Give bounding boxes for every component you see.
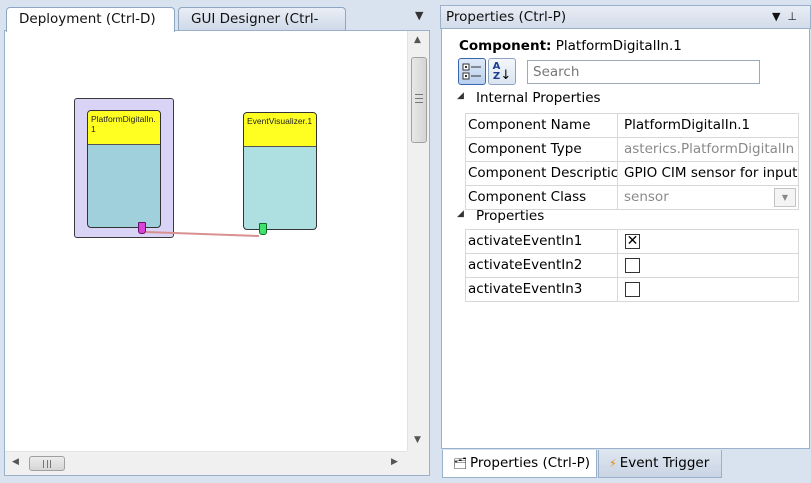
- tab-gui-designer[interactable]: GUI Designer (Ctrl-G): [178, 7, 346, 49]
- deployment-pane: Deployment (Ctrl-D) GUI Designer (Ctrl-G…: [0, 0, 434, 483]
- left-tabbar: Deployment (Ctrl-D) GUI Designer (Ctrl-G…: [0, 0, 434, 49]
- internal-properties-grid: Component Name PlatformDigitalIn.1 Compo…: [465, 113, 799, 210]
- checkbox-activate-event-in3[interactable]: [625, 282, 640, 297]
- scroll-right-icon[interactable]: ▶: [391, 457, 398, 467]
- dropdown-icon[interactable]: ▼: [772, 10, 787, 23]
- property-row[interactable]: activateEventIn3: [465, 278, 799, 302]
- scroll-corner: [407, 451, 429, 475]
- tab-deployment[interactable]: Deployment (Ctrl-D): [6, 7, 175, 32]
- event-channel[interactable]: [5, 31, 407, 451]
- section-properties[interactable]: ◢ Properties: [457, 208, 544, 224]
- collapse-icon[interactable]: ◢: [457, 209, 464, 219]
- checkbox-activate-event-in1[interactable]: ✕: [625, 234, 640, 249]
- properties-pane: Properties (Ctrl-P) ▼⊥ Component: Platfo…: [440, 5, 811, 483]
- class-combo[interactable]: sensor ▼: [619, 186, 799, 209]
- properties-title: Properties (Ctrl-P): [446, 9, 567, 25]
- alphabetical-view-button[interactable]: A Z↓: [488, 58, 516, 85]
- scroll-left-icon[interactable]: ◀: [12, 457, 19, 467]
- deployment-canvas[interactable]: PlatformDigitalIn.1 EventVisualizer.1: [5, 31, 407, 451]
- categorized-icon: [462, 63, 481, 80]
- pane-menu-icon[interactable]: ▼: [415, 9, 423, 22]
- properties-header: Properties (Ctrl-P) ▼⊥: [440, 5, 811, 29]
- tab-event-trigger[interactable]: ⚡ Event Trigger: [598, 450, 722, 478]
- categorized-view-button[interactable]: [458, 58, 486, 85]
- scroll-up-icon[interactable]: ▲: [414, 35, 421, 45]
- property-key: Component Descriptic: [465, 162, 618, 185]
- section-internal-properties[interactable]: ◢ Internal Properties: [457, 90, 601, 106]
- checkbox-activate-event-in2[interactable]: [625, 258, 640, 273]
- property-key: Component Name: [465, 114, 618, 137]
- property-row[interactable]: activateEventIn1 ✕: [465, 230, 799, 254]
- property-value: asterics.PlatformDigitalIn: [619, 138, 799, 161]
- property-key: activateEventIn1: [465, 230, 618, 253]
- scroll-down-icon[interactable]: ▼: [414, 435, 421, 445]
- property-value: [619, 278, 799, 301]
- property-key: Component Type: [465, 138, 618, 161]
- component-heading: Component: PlatformDigitalIn.1: [459, 38, 682, 54]
- vertical-scroll-thumb[interactable]: [411, 57, 427, 143]
- tab-properties[interactable]: 🗂 Properties (Ctrl-P): [442, 450, 597, 478]
- property-key: Component Class: [465, 186, 618, 209]
- search-input[interactable]: Search: [527, 60, 760, 84]
- component-name: PlatformDigitalIn.1: [555, 38, 682, 54]
- properties-icon: 🗂: [453, 457, 467, 470]
- lightning-icon: ⚡: [609, 457, 617, 470]
- collapse-icon[interactable]: ◢: [457, 91, 464, 101]
- chevron-down-icon[interactable]: ▼: [774, 188, 796, 207]
- property-key: activateEventIn3: [465, 278, 618, 301]
- property-row[interactable]: Component Class sensor ▼: [465, 186, 799, 210]
- event-output-port[interactable]: [138, 222, 146, 234]
- bottom-tabbar: 🗂 Properties (Ctrl-P) ⚡ Event Trigger: [440, 450, 811, 480]
- properties-body: Component: PlatformDigitalIn.1 A Z↓ Searc…: [441, 29, 810, 449]
- pin-icon[interactable]: ⊥: [787, 10, 804, 23]
- vertical-scrollbar[interactable]: ▲ ▼: [407, 31, 429, 451]
- property-value[interactable]: PlatformDigitalIn.1: [619, 114, 799, 137]
- horizontal-scrollbar[interactable]: ◀ ▶: [5, 451, 407, 475]
- properties-grid: activateEventIn1 ✕ activateEventIn2 acti…: [465, 229, 799, 302]
- horizontal-scroll-thumb[interactable]: [29, 456, 65, 471]
- property-value[interactable]: GPIO CIM sensor for input: [619, 162, 799, 185]
- property-value: ✕: [619, 230, 799, 253]
- canvas-frame: PlatformDigitalIn.1 EventVisualizer.1 ▲ …: [4, 30, 430, 476]
- property-value: [619, 254, 799, 277]
- property-key: activateEventIn2: [465, 254, 618, 277]
- property-row[interactable]: Component Type asterics.PlatformDigitalI…: [465, 138, 799, 162]
- event-input-port[interactable]: [259, 223, 267, 235]
- property-row[interactable]: Component Descriptic GPIO CIM sensor for…: [465, 162, 799, 186]
- property-row[interactable]: Component Name PlatformDigitalIn.1: [465, 114, 799, 138]
- property-row[interactable]: activateEventIn2: [465, 254, 799, 278]
- combo-value: sensor: [624, 189, 669, 205]
- component-label: Component: [459, 38, 547, 54]
